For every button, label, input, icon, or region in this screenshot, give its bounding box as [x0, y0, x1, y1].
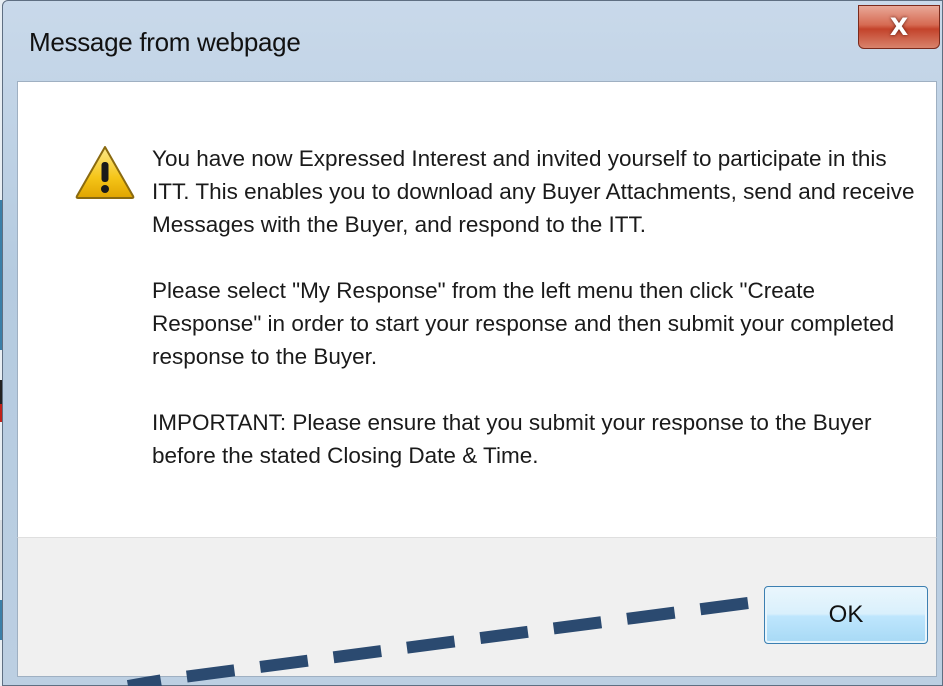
- dialog-message: You have now Expressed Interest and invi…: [152, 142, 922, 505]
- dialog-title: Message from webpage: [29, 27, 301, 57]
- ok-button[interactable]: OK: [764, 586, 928, 644]
- warning-icon: [75, 146, 135, 199]
- message-paragraph: IMPORTANT: Please ensure that you submit…: [152, 410, 872, 468]
- close-icon: X: [889, 13, 909, 41]
- message-paragraph: Please select "My Response" from the lef…: [152, 278, 895, 369]
- message-paragraph: You have now Expressed Interest and invi…: [152, 146, 915, 237]
- dialog-footer: OK: [17, 537, 937, 677]
- close-button[interactable]: X: [858, 5, 940, 49]
- message-dialog: Message from webpage X You have now Expr…: [2, 0, 943, 686]
- screenshot-stage: Message from webpage X You have now Expr…: [0, 0, 943, 686]
- dialog-content: You have now Expressed Interest and invi…: [17, 81, 937, 537]
- dialog-titlebar[interactable]: Message from webpage X: [3, 1, 942, 81]
